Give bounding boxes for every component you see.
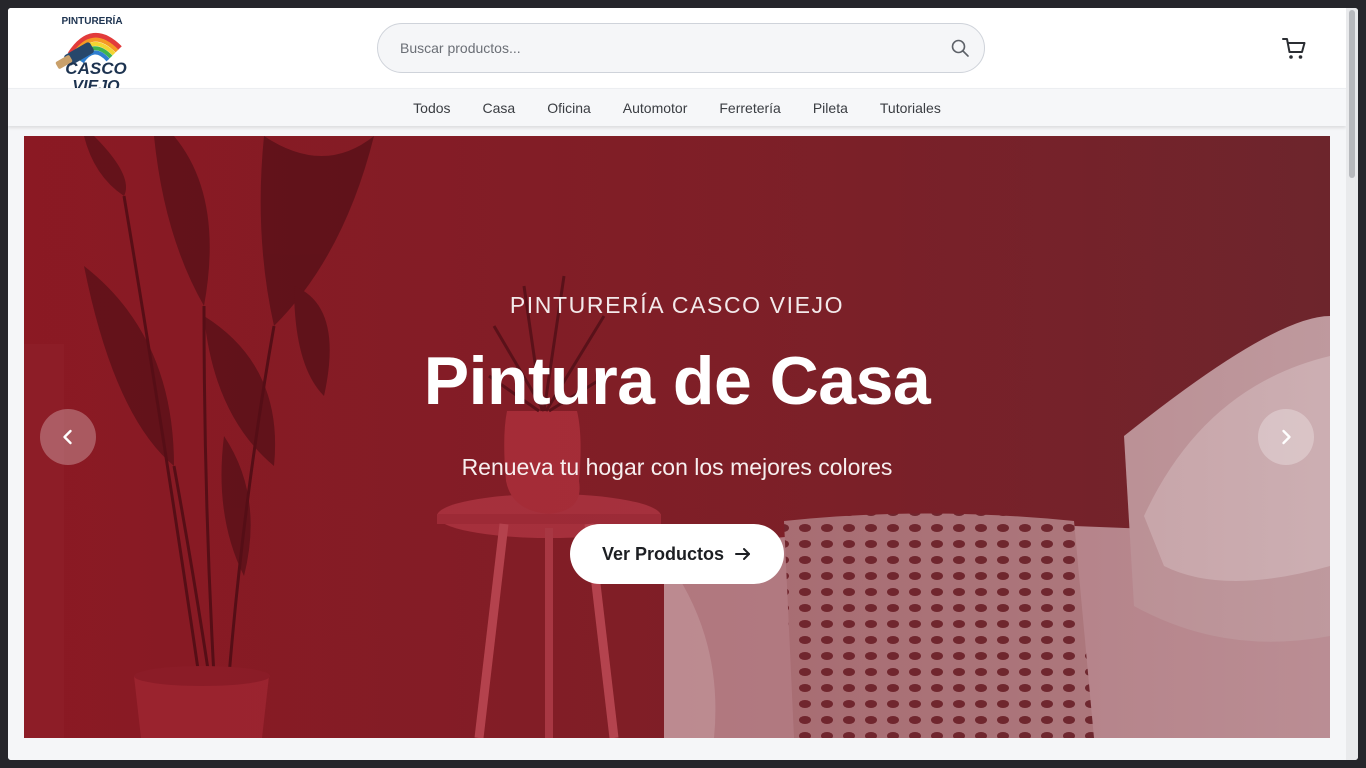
logo-text-top: PINTURERÍA [61, 14, 122, 27]
nav-item-automotor[interactable]: Automotor [623, 100, 688, 116]
hero-subtitle: Renueva tu hogar con los mejores colores [461, 454, 893, 480]
logo-graphic: PINTURERÍA CASCO VIEJO [55, 14, 127, 95]
nav-item-todos[interactable]: Todos [413, 100, 450, 116]
page: PINTURERÍA CASCO VIEJO Todos C [8, 8, 1346, 760]
scrollbar-thumb[interactable] [1349, 10, 1355, 178]
site-header: PINTURERÍA CASCO VIEJO [8, 8, 1346, 100]
carousel-next-button[interactable] [1258, 409, 1314, 465]
logo[interactable]: PINTURERÍA CASCO VIEJO [40, 8, 144, 100]
chevron-left-icon [63, 429, 72, 445]
search-icon[interactable] [950, 38, 970, 58]
cart-icon[interactable] [1281, 36, 1307, 62]
hero-title: Pintura de Casa [423, 343, 931, 419]
hero-carousel: PINTURERÍA CASCO VIEJO Pintura de Casa R… [24, 136, 1330, 738]
search-bar [377, 23, 985, 73]
nav-item-casa[interactable]: Casa [483, 100, 516, 116]
vertical-scrollbar[interactable] [1346, 8, 1358, 760]
nav-item-oficina[interactable]: Oficina [547, 100, 591, 116]
ver-productos-label: Ver Productos [601, 543, 725, 564]
carousel-prev-button[interactable] [40, 409, 96, 465]
hero-kicker: PINTURERÍA CASCO VIEJO [509, 292, 845, 318]
category-nav: Todos Casa Oficina Automotor Ferretería … [8, 88, 1346, 126]
chevron-right-icon [1282, 429, 1291, 445]
nav-item-ferreteria[interactable]: Ferretería [719, 100, 780, 116]
nav-item-tutoriales[interactable]: Tutoriales [880, 100, 941, 116]
nav-item-pileta[interactable]: Pileta [813, 100, 848, 116]
search-input[interactable] [400, 24, 920, 72]
arrow-right-icon [735, 548, 751, 560]
browser-window: PINTURERÍA CASCO VIEJO Todos C [8, 8, 1358, 760]
ver-productos-button[interactable]: Ver Productos [570, 524, 784, 584]
hero-color-overlay [24, 136, 1330, 738]
logo-text-casco: CASCO [65, 59, 126, 78]
